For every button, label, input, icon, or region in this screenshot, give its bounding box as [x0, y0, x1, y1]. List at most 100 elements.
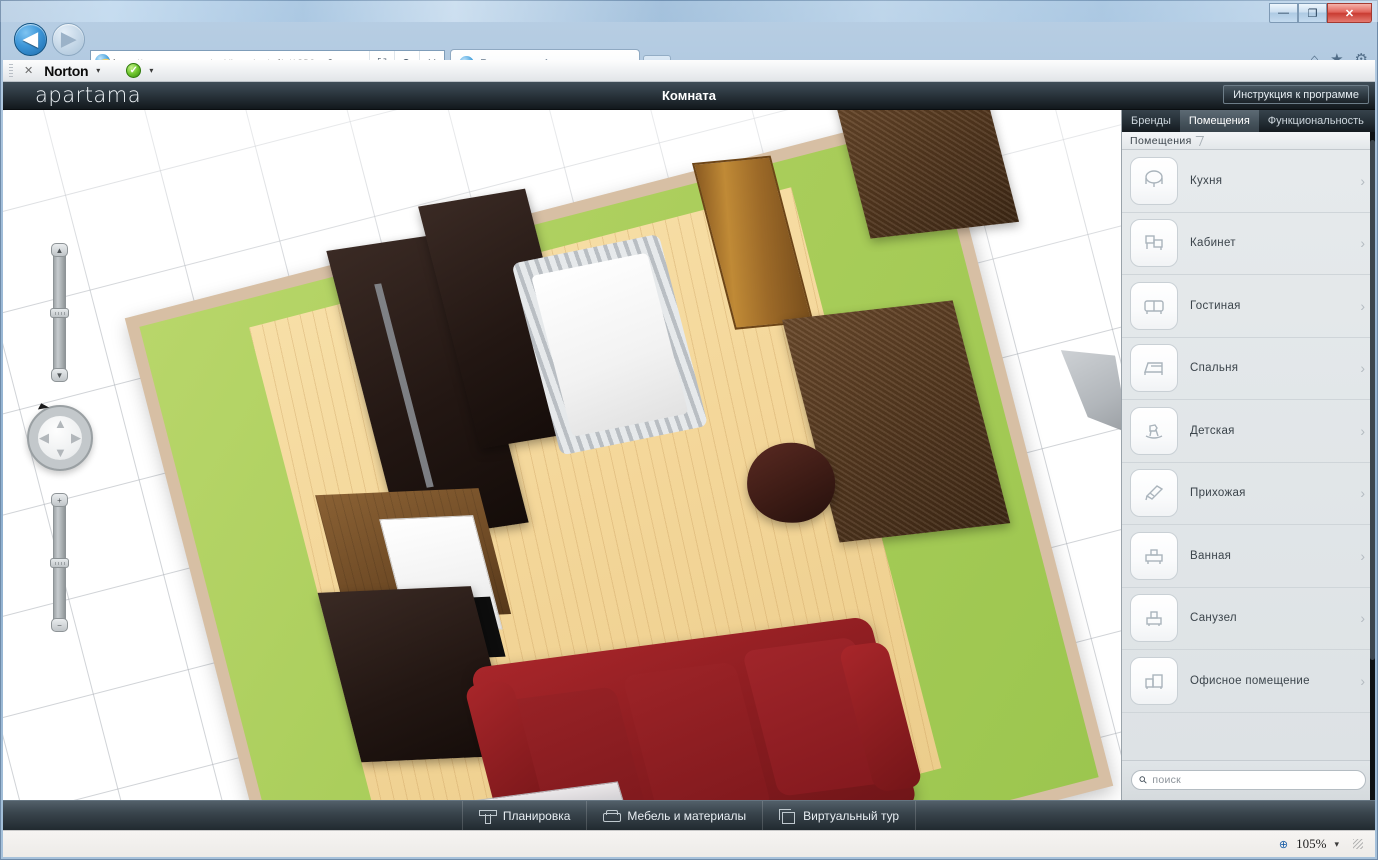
sofa-icon	[603, 809, 619, 823]
rotate-down-button[interactable]: ▼	[51, 368, 68, 382]
window-caption-buttons: — ❐ ✕	[1269, 3, 1372, 24]
toolbar-mebel-i-materialy[interactable]: Мебель и материалы	[586, 801, 762, 831]
pan-up-icon[interactable]: ▲	[54, 417, 67, 430]
toolbar-label: Мебель и материалы	[627, 809, 746, 823]
breadcrumb-item[interactable]: Помещения	[1130, 135, 1202, 147]
toolbar-virtualnyy-tur[interactable]: Виртуальный тур	[762, 801, 916, 831]
forward-button[interactable]: ▶	[52, 23, 85, 56]
pan-left-icon[interactable]: ◀	[39, 431, 49, 444]
list-item-label: Гостиная	[1190, 300, 1348, 312]
list-item-label: Ванная	[1190, 550, 1348, 562]
bed-icon	[1130, 344, 1178, 392]
tab-brands[interactable]: Бренды	[1122, 110, 1180, 132]
back-button[interactable]: ◀	[14, 23, 47, 56]
norton-status-caret-icon[interactable]: ▾	[149, 66, 153, 75]
chevron-right-icon: ›	[1360, 423, 1365, 439]
chevron-right-icon: ›	[1360, 673, 1365, 689]
norton-menu-caret-icon[interactable]: ▾	[96, 66, 100, 75]
round-table-icon	[1130, 157, 1178, 205]
app-header: apartama Комната Инструкция к программе	[3, 82, 1375, 110]
list-item-kuhnya[interactable]: Кухня ›	[1122, 150, 1375, 213]
toolbar-planirovka[interactable]: Планировка	[462, 801, 587, 831]
right-sidebar: Бренды Помещения Функциональность Помеще…	[1121, 110, 1375, 800]
status-bar: ⊕ 105% ▾	[3, 830, 1375, 857]
bathtub-icon	[1130, 532, 1178, 580]
tab-rooms[interactable]: Помещения	[1180, 110, 1259, 132]
sidebar-search-area: ⚲ поиск	[1122, 760, 1375, 800]
list-item-spalnya[interactable]: Спальня ›	[1122, 338, 1375, 401]
search-placeholder: поиск	[1152, 774, 1181, 786]
norton-close-icon[interactable]: ✕	[21, 64, 36, 77]
sidebar-scrollbar[interactable]	[1370, 132, 1375, 800]
list-item-detskaya[interactable]: Детская ›	[1122, 400, 1375, 463]
rotate-slider[interactable]: ▲ ▼	[53, 245, 66, 380]
breadcrumb: Помещения	[1122, 132, 1375, 150]
chevron-right-icon: ›	[1360, 235, 1365, 251]
desk-icon	[1130, 219, 1178, 267]
sofa-icon	[1130, 282, 1178, 330]
chevron-right-icon: ›	[1360, 610, 1365, 626]
list-item-sanuzel[interactable]: Санузел ›	[1122, 588, 1375, 651]
close-button[interactable]: ✕	[1327, 3, 1372, 23]
toolbar-label: Виртуальный тур	[803, 809, 899, 823]
chevron-right-icon: ›	[1360, 485, 1365, 501]
zoom-slider-handle[interactable]	[50, 558, 69, 568]
browser-window: — ❐ ✕ ◀ ▶ http://apartama.ru/api/interie…	[0, 0, 1378, 860]
page-title: Комната	[3, 88, 1375, 103]
rocking-horse-icon	[1130, 407, 1178, 455]
toolbar-grip	[9, 64, 13, 78]
back-arrow-icon: ◀	[23, 30, 38, 49]
chevron-right-icon: ›	[1360, 360, 1365, 376]
zoom-level-label: 105%	[1296, 836, 1326, 852]
list-item-gostinaya[interactable]: Гостиная ›	[1122, 275, 1375, 338]
list-item-label: Детская	[1190, 425, 1348, 437]
chevron-right-icon: ›	[1360, 298, 1365, 314]
magnifier-icon: ⚲	[1137, 774, 1150, 787]
resize-grip-icon[interactable]	[1353, 839, 1363, 849]
chevron-right-icon: ›	[1360, 173, 1365, 189]
zoom-out-button[interactable]: −	[51, 618, 68, 632]
search-input[interactable]: ⚲ поиск	[1131, 770, 1366, 790]
pan-inner-pad[interactable]: ▲ ▼ ◀ ▶	[38, 416, 82, 460]
scene-toolbar: Планировка Мебель и материалы Виртуальны…	[3, 800, 1375, 830]
zoom-dropdown-icon[interactable]: ▾	[1334, 839, 1339, 850]
list-item-label: Прихожая	[1190, 487, 1348, 499]
list-item-prihozhaya[interactable]: Прихожая ›	[1122, 463, 1375, 526]
pan-down-icon[interactable]: ▼	[54, 446, 67, 459]
list-item-ofisnoe-pomeshchenie[interactable]: Офисное помещение ›	[1122, 650, 1375, 713]
list-item-label: Кабинет	[1190, 237, 1348, 249]
forward-arrow-icon: ▶	[61, 30, 76, 49]
floorplan-icon	[479, 809, 495, 823]
pan-right-icon[interactable]: ▶	[71, 431, 81, 444]
list-item-vannaya[interactable]: Ванная ›	[1122, 525, 1375, 588]
maximize-button[interactable]: ❐	[1298, 3, 1327, 23]
browser-navigation-bar: ◀ ▶ http://apartama.ru/api/interier/edit…	[0, 22, 1378, 60]
chevron-right-icon: ›	[1360, 548, 1365, 564]
rotate-slider-handle[interactable]	[50, 308, 69, 318]
office-desk-icon	[1130, 657, 1178, 705]
minimize-button[interactable]: —	[1269, 3, 1298, 23]
object-chair-dark[interactable]	[746, 442, 836, 524]
list-item-label: Санузел	[1190, 612, 1348, 624]
instruction-button[interactable]: Инструкция к программе	[1223, 85, 1369, 104]
pan-control[interactable]: ▲ ▼ ◀ ▶	[27, 405, 93, 471]
norton-status-check-icon: ✓	[126, 63, 141, 78]
list-item-kabinet[interactable]: Кабинет ›	[1122, 213, 1375, 276]
toolbar-label: Планировка	[503, 809, 571, 823]
list-item-label: Кухня	[1190, 175, 1348, 187]
norton-toolbar: ✕ Norton ▾ ✓ ▾	[3, 60, 1375, 82]
rotate-up-button[interactable]: ▲	[51, 243, 68, 257]
tab-functionality[interactable]: Функциональность	[1259, 110, 1373, 132]
list-item-label: Спальня	[1190, 362, 1348, 374]
zoom-in-button[interactable]: +	[51, 493, 68, 507]
cube-icon	[779, 809, 795, 823]
list-item-label: Офисное помещение	[1190, 675, 1348, 687]
room-category-list[interactable]: Кухня › Кабинет ›	[1122, 150, 1375, 760]
toilet-icon	[1130, 594, 1178, 642]
sidebar-tabs: Бренды Помещения Функциональность	[1122, 110, 1375, 132]
zoom-slider[interactable]: + −	[53, 495, 66, 630]
coat-rack-icon	[1130, 469, 1178, 517]
zoom-in-icon[interactable]: ⊕	[1279, 838, 1288, 851]
3d-viewport[interactable]: ▲ ▼ ▲ ▼ ◀ ▶ + −	[3, 110, 1121, 800]
sidebar-scrollbar-thumb[interactable]	[1370, 140, 1375, 660]
